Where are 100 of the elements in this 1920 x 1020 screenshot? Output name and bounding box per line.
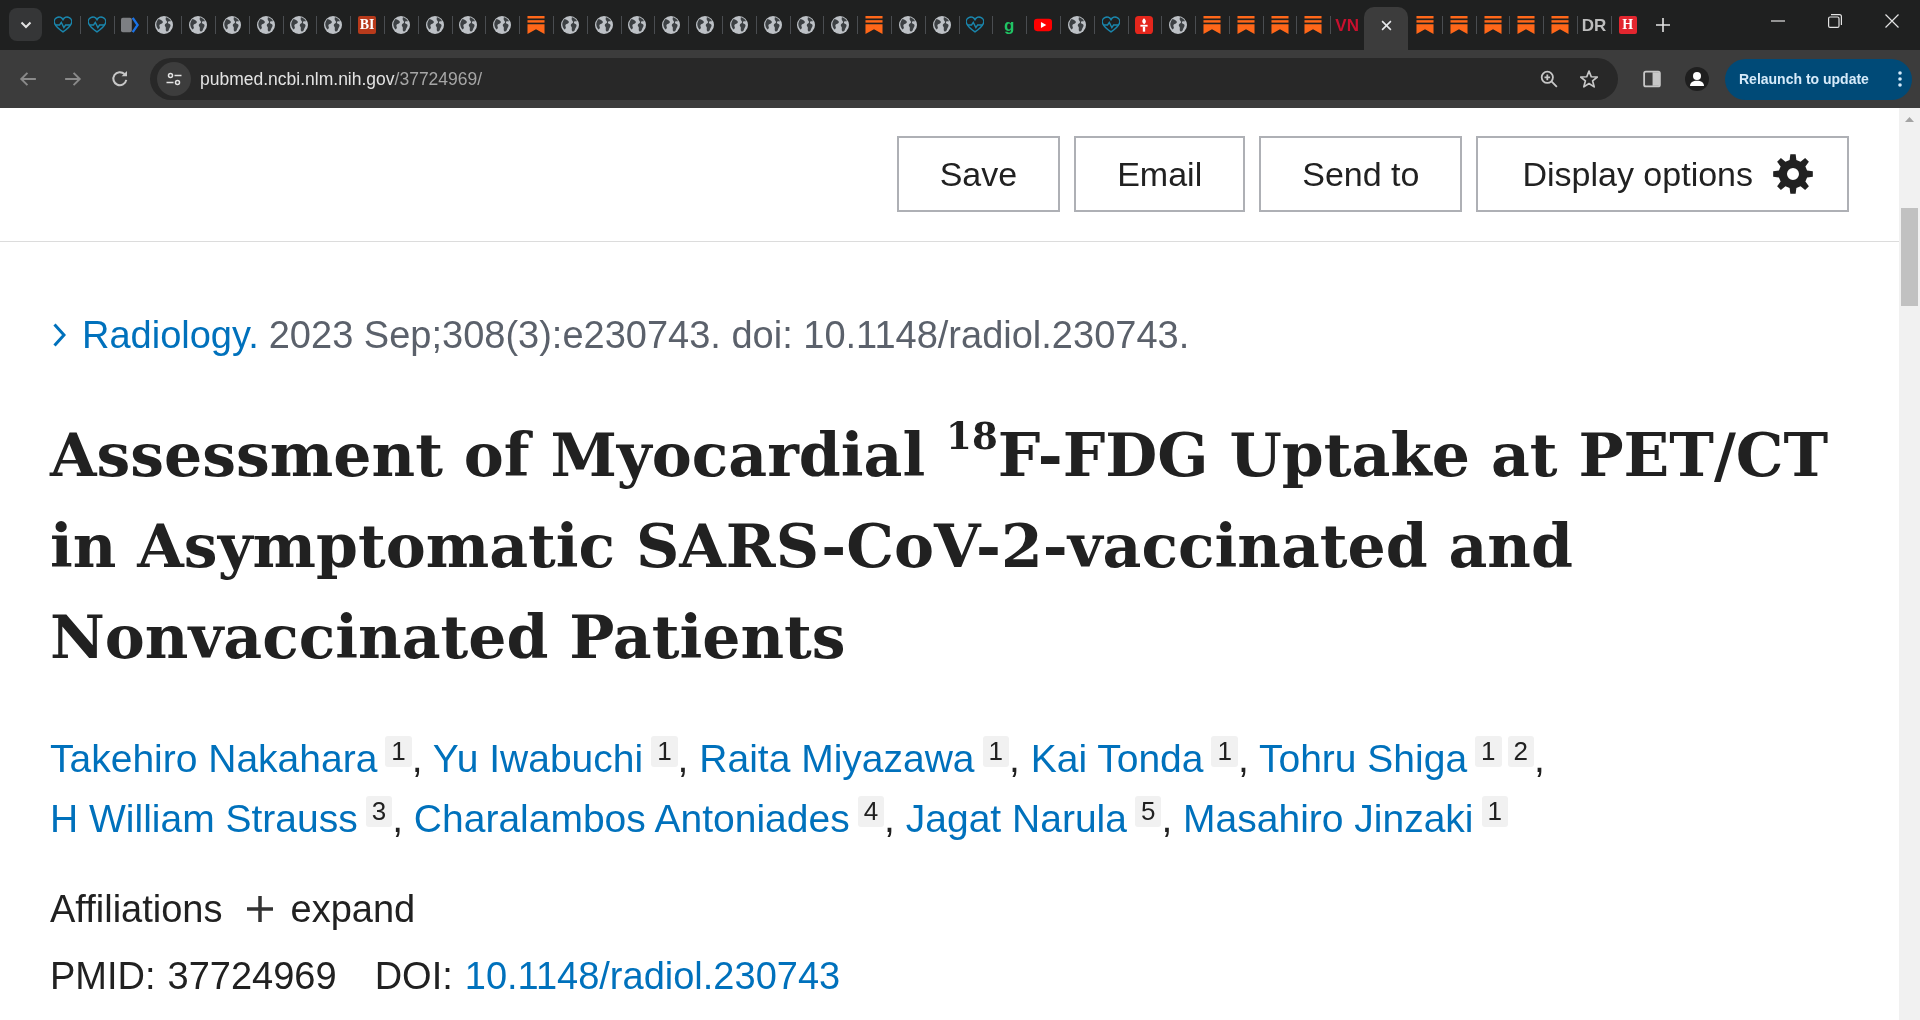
- author-separator: ,: [884, 797, 895, 840]
- affiliation-link[interactable]: 1: [1211, 736, 1238, 767]
- affiliation-link[interactable]: 1: [385, 736, 412, 767]
- logo-letters-icon: DR: [1581, 16, 1607, 34]
- close-icon: [1884, 14, 1899, 28]
- affiliations-label: Affiliations: [50, 887, 223, 931]
- globe-icon: [1169, 16, 1188, 34]
- affiliation-link[interactable]: 1: [1475, 736, 1502, 767]
- bookmark-bars-icon: [1517, 16, 1536, 34]
- author-link[interactable]: Charalambos Antoniades: [413, 797, 850, 840]
- bookmark-bars-icon: [1236, 16, 1255, 34]
- chevron-right-icon: [53, 323, 66, 347]
- logo-letters-icon: g: [1004, 16, 1015, 34]
- star-icon: [1580, 70, 1598, 88]
- citation-details: 2023 Sep;308(3):e230743. doi: 10.1148/radiol.230743.: [268, 313, 1190, 357]
- globe-icon: [729, 16, 748, 34]
- plus-icon: [1655, 18, 1670, 32]
- bookmark-bars-icon: [865, 16, 883, 34]
- author-separator: ,: [1009, 737, 1020, 780]
- address-bar[interactable]: pubmed.ncbi.nlm.nih.gov/37724969/: [150, 58, 1618, 100]
- globe-icon: [696, 16, 715, 34]
- globe-icon: [932, 16, 951, 34]
- bookmark-bars-icon: [1483, 16, 1502, 34]
- pmid-value: 37724969: [167, 954, 337, 998]
- site-info-button[interactable]: [157, 62, 191, 96]
- bookmark-bars-icon: [527, 16, 546, 34]
- article-title: Assessment of Myocardial $^{18}$F-FDG Uptake at PET/CT in Asymptomatic SARS-CoV-2-vaccinated and Nonvaccinated Patients: [50, 413, 1830, 674]
- kebab-menu-icon: [1898, 71, 1902, 87]
- profile-icon: [1685, 67, 1709, 91]
- globe-icon: [662, 16, 681, 34]
- action-button[interactable]: Send to: [1259, 136, 1463, 212]
- action-button[interactable]: Email: [1074, 136, 1246, 212]
- bookmark-bars-icon: [1304, 16, 1323, 34]
- globe-icon: [391, 16, 410, 34]
- forward-arrow-icon: [64, 70, 82, 88]
- play-icon: [1034, 16, 1052, 34]
- author-link[interactable]: Tohru Shiga: [1258, 737, 1468, 780]
- affiliation-link[interactable]: 2: [1507, 736, 1534, 767]
- bookmark-bars-icon: [1203, 16, 1221, 34]
- author-link[interactable]: Masahiro Jinzaki: [1183, 797, 1474, 840]
- affiliation-link[interactable]: 5: [1134, 796, 1162, 827]
- sliders-icon: [166, 71, 182, 87]
- gear-icon: [1773, 154, 1813, 194]
- logo-tile-icon: BI: [358, 16, 377, 34]
- author-link[interactable]: Kai Tonda: [1030, 737, 1204, 780]
- globe-icon: [1067, 16, 1086, 34]
- browser-tab[interactable]: BI: [350, 0, 384, 50]
- journal-button[interactable]: Radiology.: [53, 313, 259, 357]
- doi-label: DOI:: [374, 954, 453, 998]
- heart-pulse-icon: [53, 16, 72, 34]
- bookmark-bars-icon: [1551, 16, 1570, 34]
- document-arrow-icon: [121, 16, 140, 34]
- globe-icon: [628, 16, 647, 34]
- affiliation-link[interactable]: 1: [982, 736, 1010, 767]
- browser-tab[interactable]: DR: [1577, 0, 1611, 50]
- browser-tab[interactable]: H: [1610, 0, 1645, 50]
- author-separator: ,: [392, 797, 403, 840]
- globe-icon: [898, 16, 917, 34]
- affiliation-link[interactable]: 1: [1481, 796, 1508, 827]
- browser-tab[interactable]: [1364, 7, 1409, 50]
- globe-icon: [155, 16, 174, 34]
- heart-pulse-icon: [87, 16, 106, 34]
- restore-icon: [1827, 14, 1842, 28]
- expand-button[interactable]: expand: [246, 887, 416, 931]
- author-link[interactable]: H William Strauss: [50, 797, 358, 840]
- torch-icon: [1135, 16, 1154, 34]
- author-link[interactable]: Takehiro Nakahara: [50, 737, 378, 780]
- author-separator: ,: [411, 737, 423, 780]
- affiliation-link[interactable]: 3: [365, 796, 393, 827]
- action-button[interactable]: Save: [896, 136, 1061, 212]
- globe-icon: [560, 16, 579, 34]
- author-link[interactable]: Jagat Narula: [905, 797, 1127, 840]
- affiliation-link[interactable]: 1: [651, 736, 678, 767]
- scrollbar-thumb[interactable]: [1901, 208, 1918, 306]
- pmid-label: PMID:: [50, 954, 156, 998]
- globe-icon: [256, 16, 275, 34]
- author-link[interactable]: Raita Miyazawa: [699, 737, 975, 780]
- scrollbar[interactable]: [1899, 108, 1920, 1020]
- browser-tab[interactable]: g: [992, 0, 1027, 50]
- logo-tile-icon: H: [1618, 16, 1637, 34]
- globe-icon: [290, 16, 309, 34]
- relaunch-button[interactable]: Relaunch to update: [1725, 58, 1912, 100]
- zoom-icon: [1540, 70, 1558, 88]
- globe-icon: [797, 16, 816, 34]
- globe-icon: [493, 16, 512, 34]
- logo-letters-icon: VN: [1335, 16, 1359, 34]
- globe-icon: [222, 16, 241, 34]
- doi-link[interactable]: 10.1148/radiol.230743: [464, 954, 841, 998]
- globe-icon: [831, 16, 850, 34]
- display-options-button[interactable]: Display options: [1476, 136, 1849, 212]
- author-separator: ,: [1161, 797, 1173, 840]
- author-link[interactable]: Yu Iwabuchi: [432, 737, 644, 780]
- caret-down-icon: [19, 20, 32, 29]
- url-text: pubmed.ncbi.nlm.nih.gov/37724969/: [200, 68, 483, 90]
- author-separator: ,: [1534, 737, 1545, 780]
- author-separator: ,: [1237, 737, 1249, 780]
- affiliation-link[interactable]: 4: [857, 796, 885, 827]
- reload-icon: [111, 70, 129, 88]
- tab-list-button[interactable]: [9, 8, 42, 41]
- globe-icon: [594, 16, 613, 34]
